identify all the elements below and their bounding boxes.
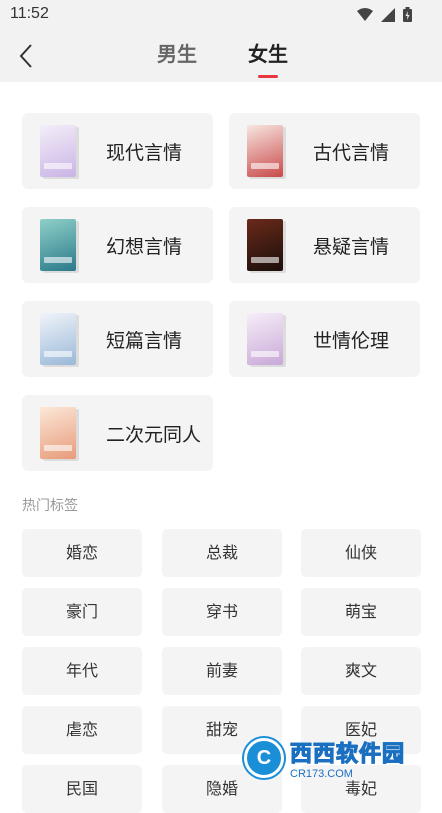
tag-button[interactable]: 婚恋: [22, 529, 142, 577]
tag-button[interactable]: 年代: [22, 647, 142, 695]
watermark: C 西西软件园 CR173.COM: [244, 736, 434, 780]
category-card[interactable]: 二次元同人: [22, 395, 213, 471]
category-card[interactable]: 短篇言情: [22, 301, 213, 377]
tag-button[interactable]: 前妻: [162, 647, 282, 695]
category-card[interactable]: 幻想言情: [22, 207, 213, 283]
status-bar: 11:52: [0, 0, 442, 30]
category-label: 古代言情: [313, 141, 390, 164]
active-tab-indicator: [258, 75, 278, 78]
status-time: 11:52: [10, 5, 49, 22]
category-label: 二次元同人: [106, 423, 202, 446]
status-icons: [357, 7, 412, 22]
tag-button[interactable]: 爽文: [301, 647, 421, 695]
back-button[interactable]: [8, 38, 44, 74]
category-label: 悬疑言情: [313, 235, 390, 258]
book-cover-image: [247, 125, 283, 177]
category-label: 世情伦理: [313, 329, 390, 352]
book-cover-image: [40, 219, 76, 271]
back-arrow-icon: [19, 44, 32, 68]
tab-female[interactable]: 女生: [246, 38, 290, 78]
category-label: 短篇言情: [106, 329, 183, 352]
book-cover-image: [247, 219, 283, 271]
book-cover-image: [40, 407, 76, 459]
header: 男生 女生: [0, 30, 442, 82]
tag-button[interactable]: 萌宝: [301, 588, 421, 636]
watermark-url: CR173.COM: [290, 768, 353, 780]
tag-button[interactable]: 豪门: [22, 588, 142, 636]
category-label: 现代言情: [106, 141, 183, 164]
signal-icon: [381, 7, 395, 22]
tag-button[interactable]: 虐恋: [22, 706, 142, 754]
tag-button[interactable]: 总裁: [162, 529, 282, 577]
category-card[interactable]: 世情伦理: [229, 301, 420, 377]
book-cover-image: [40, 313, 76, 365]
hot-tags-title: 热门标签: [22, 498, 78, 514]
watermark-logo-icon: C: [244, 738, 284, 778]
category-label: 幻想言情: [106, 235, 183, 258]
category-card[interactable]: 古代言情: [229, 113, 420, 189]
wifi-icon: [357, 7, 373, 21]
category-card[interactable]: 现代言情: [22, 113, 213, 189]
book-cover-image: [247, 313, 283, 365]
battery-icon: [403, 7, 412, 22]
watermark-text: 西西软件园: [289, 736, 405, 768]
tab-male[interactable]: 男生: [155, 38, 199, 74]
tag-button[interactable]: 民国: [22, 765, 142, 813]
tag-button[interactable]: 仙侠: [301, 529, 421, 577]
book-cover-image: [40, 125, 76, 177]
tag-button[interactable]: 穿书: [162, 588, 282, 636]
category-card[interactable]: 悬疑言情: [229, 207, 420, 283]
